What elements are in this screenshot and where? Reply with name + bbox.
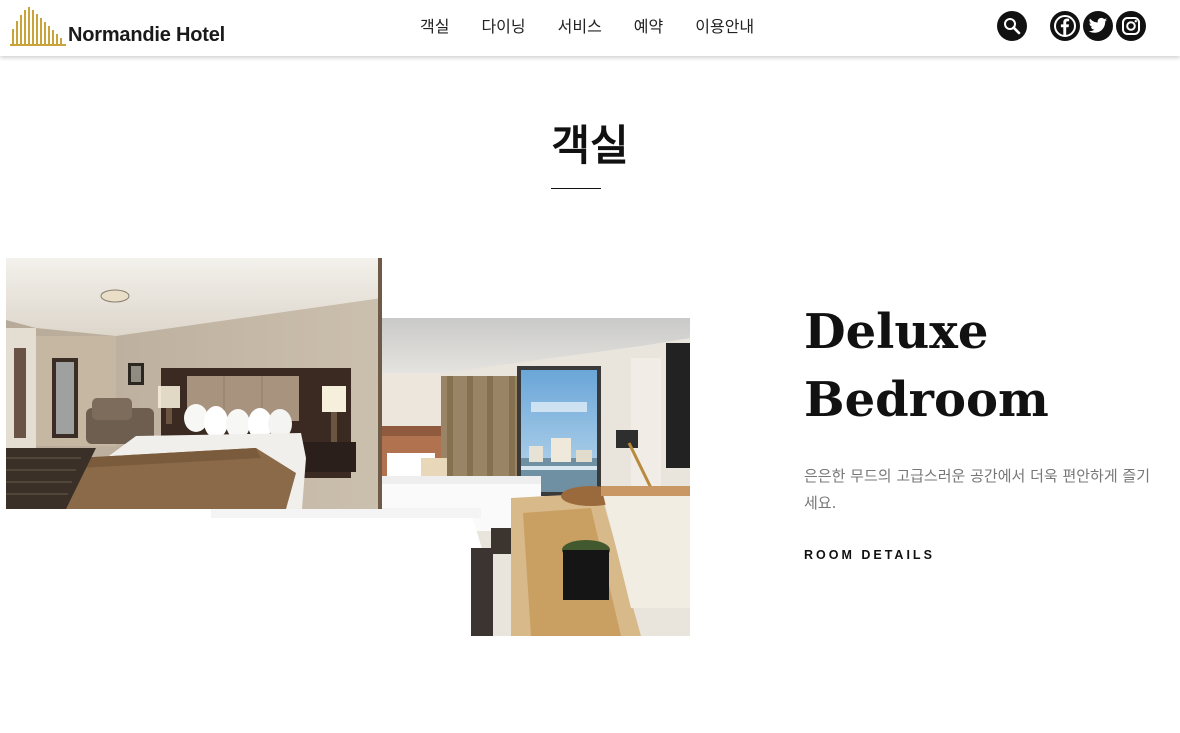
nav-item-reservation[interactable]: 예약 — [618, 13, 679, 37]
room-name: Deluxe Bedroom — [804, 298, 1164, 434]
main-nav: 객실 다이닝 서비스 예약 이용안내 — [404, 0, 770, 50]
room-details-link[interactable]: ROOM DETAILS — [804, 548, 935, 562]
section-title: 객실 — [551, 121, 629, 170]
twitter-link[interactable] — [1083, 11, 1113, 41]
search-icon — [1004, 18, 1021, 35]
hotel-room-photo-king-bed — [6, 258, 382, 509]
instagram-link[interactable] — [1116, 11, 1146, 41]
room-name-line1: Deluxe — [804, 304, 989, 360]
room-name-line2: Bedroom — [804, 372, 1049, 428]
hotel-logo[interactable]: Normandie Hotel — [10, 5, 225, 47]
twitter-icon — [1088, 17, 1108, 33]
search-button[interactable] — [997, 11, 1027, 41]
title-divider — [551, 188, 601, 189]
nav-item-rooms[interactable]: 객실 — [404, 13, 465, 37]
nav-item-guide[interactable]: 이용안내 — [679, 13, 770, 37]
hotel-name: Normandie Hotel — [68, 24, 226, 46]
building-logo-icon — [10, 7, 66, 46]
nav-item-services[interactable]: 서비스 — [542, 13, 618, 37]
room-description: 은은한 무드의 고급스러운 공간에서 더욱 편안하게 즐기세요. — [804, 467, 1151, 512]
facebook-link[interactable] — [1050, 11, 1080, 41]
nav-item-dining[interactable]: 다이닝 — [465, 13, 541, 37]
site-header: Normandie Hotel 객실 다이닝 서비스 예약 이용안내 — [0, 0, 1180, 56]
facebook-icon — [1054, 15, 1076, 37]
instagram-icon — [1122, 17, 1140, 35]
